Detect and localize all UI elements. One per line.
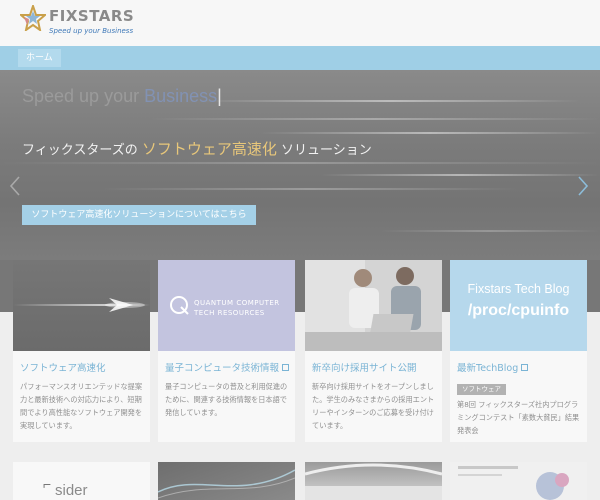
hero-light-streak (320, 174, 600, 176)
light-beam-graphic (13, 298, 150, 312)
hero-light-streak (380, 230, 600, 232)
event-banner-graphic (458, 466, 569, 500)
card-description: 量子コンピュータの普及と利用促進のために、関連する技術情報を日本語で発信していま… (165, 382, 288, 417)
card-image-office-people (305, 260, 442, 351)
quantum-q-logo-icon (170, 296, 189, 315)
card-title[interactable]: 最新TechBlog (457, 360, 529, 374)
star-logo-icon (20, 5, 46, 31)
category-badge[interactable]: ソフトウェア (457, 384, 506, 395)
card-image-tech-blog: Fixstars Tech Blog /proc/cpuinfo (450, 260, 587, 351)
hero-title-accent: Business (144, 86, 218, 106)
nav-item-home[interactable]: ホーム (18, 49, 61, 67)
quantum-image-text: QUANTUM COMPUTER TECH RESOURCES (194, 299, 280, 317)
site-header: FIXSTARS Speed up your Business (0, 0, 600, 46)
hero-cta-button[interactable]: ソフトウェア高速化ソリューションについてはこちら (22, 205, 256, 225)
card-sider[interactable]: ⌐ sider (13, 462, 150, 500)
card-description: 第8回 フィックスターズ社内プログラミングコンテスト「素数大貧民」結果発表会 (457, 400, 580, 435)
hero-light-streak (200, 100, 580, 102)
tech-blog-image-title: Fixstars Tech Blog (467, 282, 570, 296)
card-tech-blog[interactable]: Fixstars Tech Blog /proc/cpuinfo 最新TechB… (450, 260, 587, 442)
hero-light-streak (100, 188, 520, 190)
card-bottom-2[interactable] (158, 462, 295, 500)
card-description: 新卒向け採用サイトをオープンしました。学生のみなさまからの採用エントリーやインタ… (312, 382, 435, 430)
card-software-acceleration[interactable]: ソフトウェア高速化 パフォーマンスオリエンテッドな提案力と最新技術への対応力によ… (13, 260, 150, 442)
card-recruit-site[interactable]: 新卒向け採用サイト公開 新卒向け採用サイトをオープンしました。学生のみなさまから… (305, 260, 442, 442)
logo-wordmark: FIXSTARS (49, 7, 135, 25)
hero-light-streak (260, 132, 600, 134)
card-title[interactable]: ソフトウェア高速化 (20, 360, 106, 374)
office-photo-graphic (305, 260, 442, 351)
carousel-prev-arrow-icon[interactable] (8, 175, 22, 197)
sider-logo-text: sider (55, 482, 88, 499)
hero-subtitle-highlight: ソフトウェア高速化 (141, 140, 277, 158)
hero-light-streak (150, 118, 600, 120)
hero-title: Speed up your Business| (22, 86, 222, 106)
fixstars-logo[interactable]: FIXSTARS Speed up your Business (20, 4, 134, 42)
hero-subtitle: フィックスターズの ソフトウェア高速化 ソリューション (22, 140, 372, 158)
card-image-light-beam (13, 260, 150, 351)
card-quantum-computing[interactable]: QUANTUM COMPUTER TECH RESOURCES 量子コンピュータ… (158, 260, 295, 442)
external-link-icon (521, 364, 529, 371)
venue-photo-graphic (305, 463, 442, 500)
card-title[interactable]: 量子コンピュータ技術情報 (165, 360, 290, 374)
global-nav: ホーム (0, 46, 600, 70)
carousel-next-arrow-icon[interactable] (576, 175, 590, 197)
tech-blog-image-subtitle: /proc/cpuinfo (467, 302, 570, 319)
card-description: パフォーマンスオリエンテッドな提案力と最新技術への対応力により、短期間でより高性… (20, 382, 143, 430)
card-image-quantum: QUANTUM COMPUTER TECH RESOURCES (158, 260, 295, 351)
logo-tagline: Speed up your Business (49, 27, 134, 35)
external-link-icon (282, 364, 290, 371)
hero-light-streak (0, 162, 600, 164)
card-title[interactable]: 新卒向け採用サイト公開 (312, 360, 417, 374)
wave-graphic (158, 469, 295, 499)
sider-logo-icon: ⌐ (43, 476, 52, 492)
hero-banner: Speed up your Business| フィックスターズの ソフトウェア… (0, 70, 600, 260)
card-bottom-4[interactable] (450, 462, 587, 500)
card-bottom-3[interactable] (305, 462, 442, 500)
